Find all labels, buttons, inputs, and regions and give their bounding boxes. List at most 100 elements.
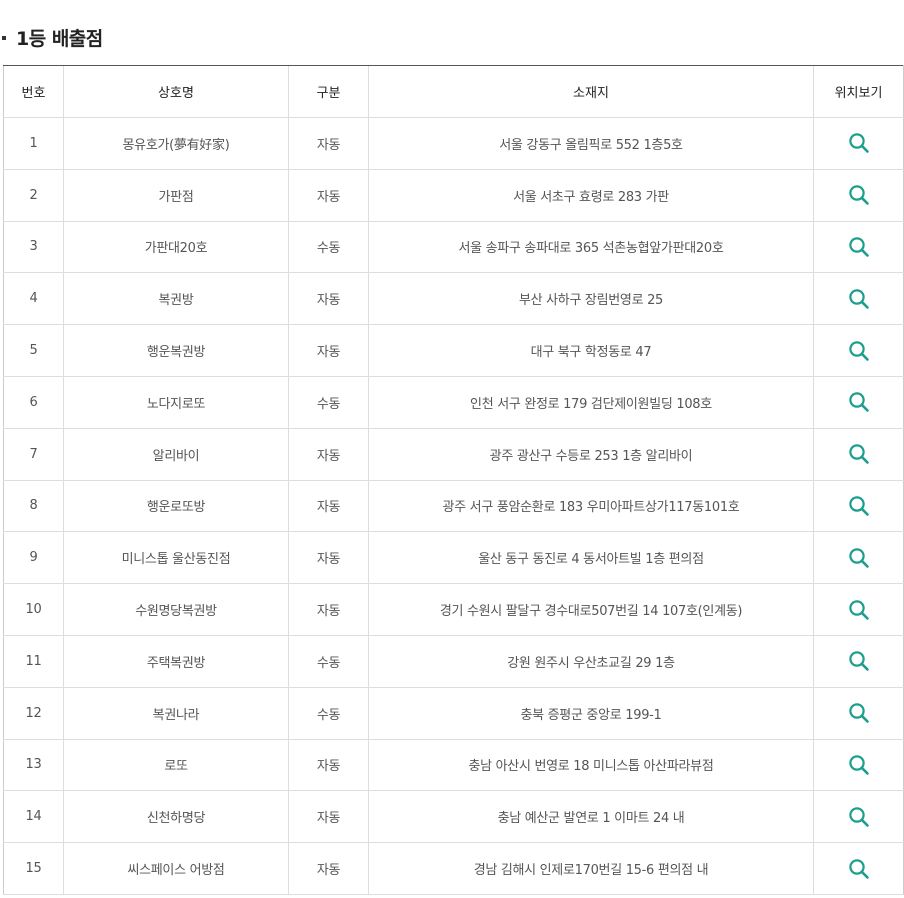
- cell-address: 광주 광산구 수등로 253 1층 알리바이: [368, 428, 814, 481]
- cell-number: 5: [3, 324, 64, 377]
- table-row: 11 주택복권방 수동 강원 원주시 우산초교길 29 1층: [3, 635, 904, 688]
- cell-number: 13: [3, 739, 64, 792]
- cell-number: 6: [3, 376, 64, 429]
- search-icon: [848, 599, 869, 620]
- search-icon: [848, 807, 869, 827]
- header-view-location: 위치보기: [813, 65, 904, 118]
- cell-view-location: [813, 739, 904, 792]
- cell-view-location: [813, 169, 904, 222]
- search-icon: [848, 858, 869, 879]
- cell-number: 1: [3, 117, 64, 170]
- cell-number: 11: [3, 635, 64, 688]
- table-header-row: 번호 상호명 구분 소재지 위치보기: [3, 65, 904, 118]
- view-location-button[interactable]: [845, 181, 873, 209]
- cell-type: 수동: [288, 687, 369, 740]
- cell-store-name: 복권나라: [63, 687, 289, 740]
- view-location-button[interactable]: [845, 699, 873, 727]
- view-location-button[interactable]: [845, 285, 873, 313]
- winning-stores-table: 번호 상호명 구분 소재지 위치보기 1 몽유호가(夢有好家) 자동 서울 강동구 올…: [3, 65, 904, 895]
- header-address: 소재지: [368, 65, 814, 118]
- cell-address: 충북 증평군 중앙로 199-1: [368, 687, 814, 740]
- cell-type: 수동: [288, 376, 369, 429]
- cell-view-location: [813, 583, 904, 636]
- cell-number: 3: [3, 221, 64, 274]
- cell-number: 9: [3, 531, 64, 585]
- cell-address: 강원 원주시 우산초교길 29 1층: [368, 635, 814, 688]
- cell-address: 경남 김해시 인제로170번길 15-6 편의점 내: [368, 842, 814, 895]
- header-type: 구분: [288, 65, 369, 118]
- search-icon: [848, 185, 869, 205]
- search-icon: [848, 444, 869, 464]
- view-location-button[interactable]: [845, 233, 873, 261]
- view-location-button[interactable]: [845, 544, 873, 572]
- cell-address: 충남 아산시 번영로 18 미니스톱 아산파라뷰점: [368, 739, 814, 792]
- table-body: 1 몽유호가(夢有好家) 자동 서울 강동구 올림픽로 552 1층5호 2 가판점 자동 서…: [3, 117, 904, 895]
- view-location-button[interactable]: [845, 803, 873, 831]
- view-location-button[interactable]: [845, 647, 873, 675]
- table-row: 6 노다지로또 수동 인천 서구 완정로 179 검단제이원빌딩 108호: [3, 376, 904, 429]
- cell-address: 부산 사하구 장림번영로 25: [368, 272, 814, 326]
- search-icon: [848, 340, 869, 361]
- cell-type: 자동: [288, 531, 369, 585]
- cell-number: 7: [3, 428, 64, 481]
- cell-address: 서울 송파구 송파대로 365 석촌농협앞가판대20호: [368, 221, 814, 274]
- cell-store-name: 노다지로또: [63, 376, 289, 429]
- cell-view-location: [813, 842, 904, 895]
- cell-view-location: [813, 117, 904, 170]
- cell-number: 10: [3, 583, 64, 636]
- cell-address: 충남 예산군 발연로 1 이마트 24 내: [368, 790, 814, 844]
- cell-store-name: 씨스페이스 어방점: [63, 842, 289, 895]
- cell-type: 자동: [288, 480, 369, 533]
- cell-address: 대구 북구 학정동로 47: [368, 324, 814, 377]
- cell-type: 자동: [288, 117, 369, 170]
- cell-view-location: [813, 480, 904, 533]
- cell-address: 광주 서구 풍암순환로 183 우미아파트상가117동101호: [368, 480, 814, 533]
- cell-type: 자동: [288, 324, 369, 377]
- bullet-dot-icon: [2, 36, 6, 40]
- table-row: 15 씨스페이스 어방점 자동 경남 김해시 인제로170번길 15-6 편의점 내: [3, 842, 904, 895]
- cell-address: 인천 서구 완정로 179 검단제이원빌딩 108호: [368, 376, 814, 429]
- cell-address: 서울 서초구 효령로 283 가판: [368, 169, 814, 222]
- view-location-button[interactable]: [845, 440, 873, 468]
- cell-type: 수동: [288, 635, 369, 688]
- cell-store-name: 복권방: [63, 272, 289, 326]
- cell-view-location: [813, 272, 904, 326]
- table-row: 12 복권나라 수동 충북 증평군 중앙로 199-1: [3, 687, 904, 740]
- cell-store-name: 몽유호가(夢有好家): [63, 117, 289, 170]
- cell-store-name: 행운복권방: [63, 324, 289, 377]
- search-icon: [848, 289, 869, 309]
- cell-store-name: 가판대20호: [63, 221, 289, 274]
- cell-type: 자동: [288, 790, 369, 844]
- cell-type: 자동: [288, 842, 369, 895]
- cell-type: 자동: [288, 583, 369, 636]
- table-row: 9 미니스톱 울산동진점 자동 울산 동구 동진로 4 동서아트빌 1층 편의점: [3, 531, 904, 585]
- cell-type: 수동: [288, 221, 369, 274]
- view-location-button[interactable]: [845, 855, 873, 883]
- search-icon: [848, 755, 869, 775]
- view-location-button[interactable]: [845, 388, 873, 416]
- cell-number: 14: [3, 790, 64, 844]
- cell-view-location: [813, 221, 904, 274]
- table-row: 7 알리바이 자동 광주 광산구 수등로 253 1층 알리바이: [3, 428, 904, 481]
- section-header: 1등 배출점: [0, 22, 103, 52]
- cell-type: 자동: [288, 428, 369, 481]
- header-store-name: 상호명: [63, 65, 289, 118]
- view-location-button[interactable]: [845, 596, 873, 624]
- table-row: 5 행운복권방 자동 대구 북구 학정동로 47: [3, 324, 904, 377]
- table-row: 10 수원명당복권방 자동 경기 수원시 팔달구 경수대로507번길 14 107호(…: [3, 583, 904, 636]
- search-icon: [848, 651, 869, 672]
- view-location-button[interactable]: [845, 337, 873, 365]
- view-location-button[interactable]: [845, 492, 873, 520]
- cell-store-name: 미니스톱 울산동진점: [63, 531, 289, 585]
- table-row: 4 복권방 자동 부산 사하구 장림번영로 25: [3, 272, 904, 326]
- cell-address: 서울 강동구 올림픽로 552 1층5호: [368, 117, 814, 170]
- view-location-button[interactable]: [845, 129, 873, 157]
- cell-number: 2: [3, 169, 64, 222]
- cell-store-name: 가판점: [63, 169, 289, 222]
- view-location-button[interactable]: [845, 751, 873, 779]
- table-row: 2 가판점 자동 서울 서초구 효령로 283 가판: [3, 169, 904, 222]
- page-title: 1등 배출점: [16, 27, 103, 50]
- cell-type: 자동: [288, 739, 369, 792]
- search-icon: [848, 548, 869, 568]
- search-icon: [848, 133, 869, 154]
